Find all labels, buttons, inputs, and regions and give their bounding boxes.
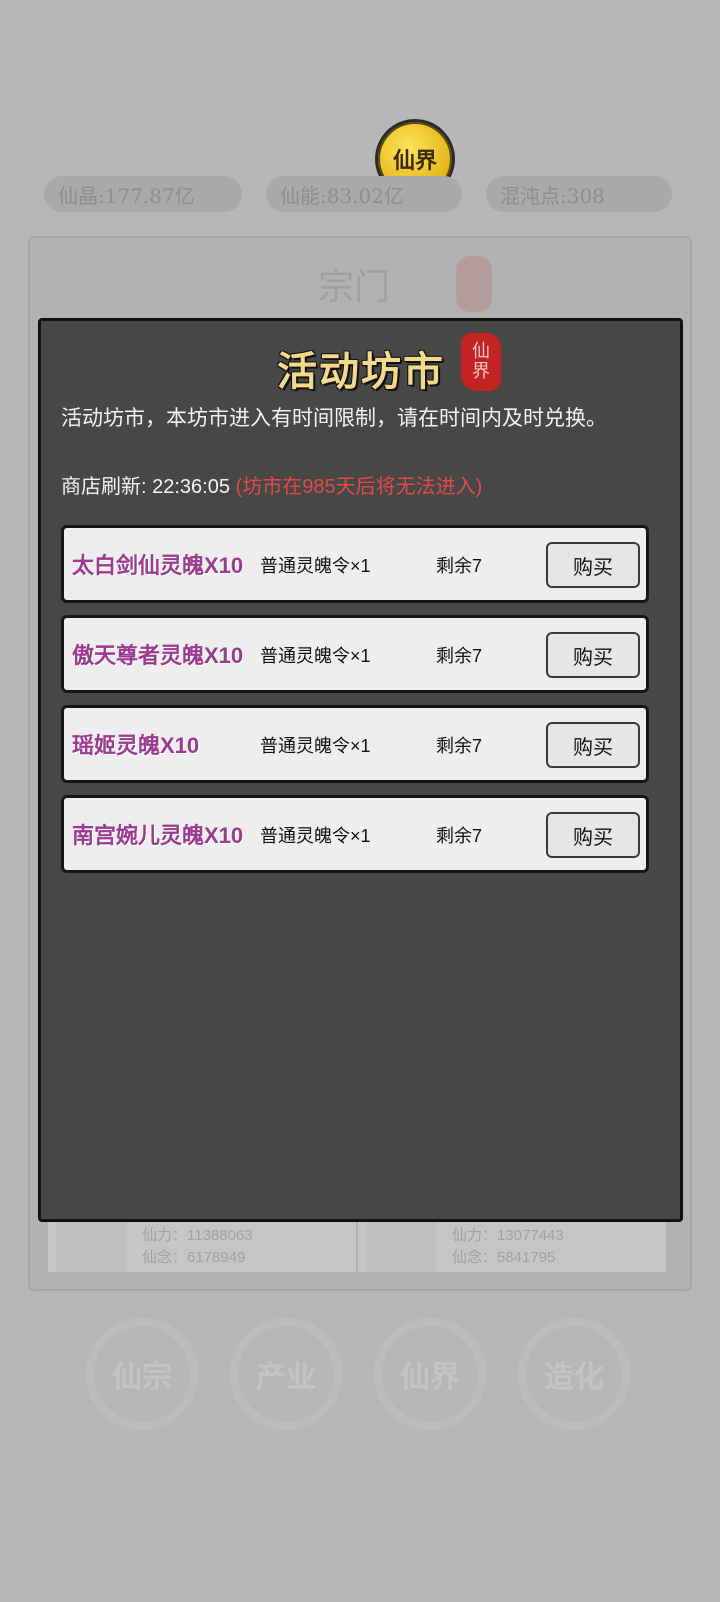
- resource-energy: 仙能:83.02亿: [266, 176, 462, 212]
- buy-button[interactable]: 购买: [546, 632, 640, 678]
- resource-chaos: 混沌点:308: [486, 176, 672, 212]
- item-name: 南宫婉儿灵魄X10: [72, 823, 244, 848]
- member-avatar: [56, 1222, 126, 1272]
- dialog-description: 活动坊市，本坊市进入有时间限制，请在时间内及时兑换。: [61, 407, 607, 430]
- member-avatar: [366, 1222, 436, 1272]
- member-card: 仙力：13077443 仙念：5841795: [358, 1222, 666, 1272]
- item-cost: 普通灵魄令×1: [260, 826, 371, 846]
- nav-industry[interactable]: 产业: [230, 1318, 342, 1430]
- member-mind: 仙念：6178949: [142, 1249, 246, 1266]
- nav-realm[interactable]: 仙界: [374, 1318, 486, 1430]
- item-remaining: 剩余7: [436, 826, 483, 846]
- item-cost: 普通灵魄令×1: [260, 736, 371, 756]
- item-name: 瑶姬灵魄X10: [72, 733, 200, 758]
- activity-market-dialog: 活动坊市 仙界 活动坊市，本坊市进入有时间限制，请在时间内及时兑换。 商店刷新:…: [38, 318, 683, 1222]
- item-remaining: 剩余7: [436, 736, 483, 756]
- buy-button[interactable]: 购买: [546, 542, 640, 588]
- member-power: 仙力：11388063: [142, 1227, 253, 1244]
- refresh-label: 商店刷新:: [61, 476, 147, 498]
- shop-item: 太白剑仙灵魄X10 普通灵魄令×1 剩余7 购买: [61, 525, 649, 603]
- member-card: 仙力：11388063 仙念：6178949: [48, 1222, 356, 1272]
- item-remaining: 剩余7: [436, 556, 483, 576]
- shop-item: 瑶姬灵魄X10 普通灵魄令×1 剩余7 购买: [61, 705, 649, 783]
- member-mind: 仙念：5841795: [452, 1249, 556, 1266]
- item-name: 太白剑仙灵魄X10: [72, 553, 244, 578]
- shop-item: 南宫婉儿灵魄X10 普通灵魄令×1 剩余7 购买: [61, 795, 649, 873]
- item-name: 傲天尊者灵魄X10: [72, 643, 244, 668]
- nav-sect[interactable]: 仙宗: [86, 1318, 198, 1430]
- resource-crystal: 仙晶:177.87亿: [44, 176, 242, 212]
- refresh-time: 22:36:05: [152, 476, 230, 498]
- member-power: 仙力：13077443: [452, 1227, 564, 1244]
- nav-creation[interactable]: 造化: [518, 1318, 630, 1430]
- item-cost: 普通灵魄令×1: [260, 646, 371, 666]
- sect-title: 宗门: [318, 267, 391, 308]
- item-cost: 普通灵魄令×1: [260, 556, 371, 576]
- buy-button[interactable]: 购买: [546, 812, 640, 858]
- item-remaining: 剩余7: [436, 646, 483, 666]
- buy-button[interactable]: 购买: [546, 722, 640, 768]
- market-expiry-warning: (坊市在985天后将无法进入): [235, 476, 483, 498]
- xianjie-seal-icon: 仙界: [461, 333, 501, 391]
- shop-refresh-info: 商店刷新: 22:36:05 (坊市在985天后将无法进入): [61, 473, 661, 501]
- shop-item: 傲天尊者灵魄X10 普通灵魄令×1 剩余7 购买: [61, 615, 649, 693]
- sect-seal-icon: [456, 256, 492, 312]
